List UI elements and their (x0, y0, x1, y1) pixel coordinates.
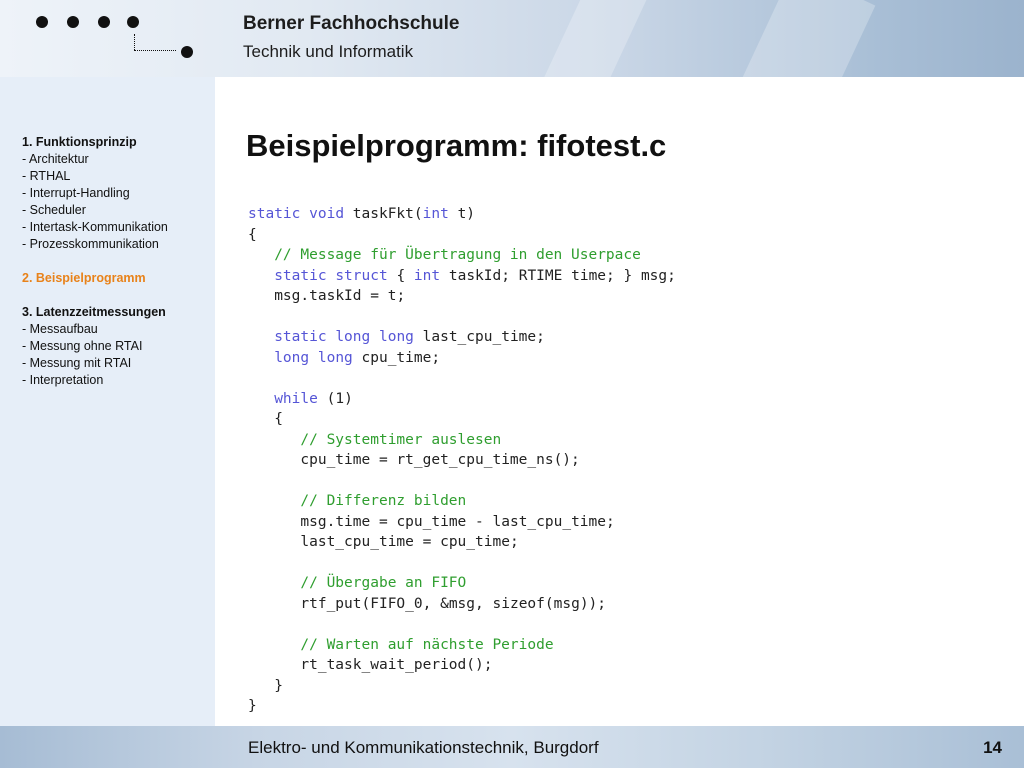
toc-item[interactable]: - Messaufbau (22, 321, 168, 338)
code-line: msg.taskId = t; (274, 288, 406, 304)
code-line: { (248, 411, 283, 427)
footer-bar: Elektro- und Kommunikationstechnik, Burg… (0, 726, 1024, 768)
code-line: } (248, 677, 283, 694)
toc-item[interactable]: - Interpretation (22, 372, 168, 389)
toc-item[interactable]: - Scheduler (22, 202, 168, 219)
code-line: // Differenz bilden (300, 493, 467, 509)
toc-item[interactable]: - Messung mit RTAI (22, 355, 168, 372)
toc-section-3-items: - Messaufbau - Messung ohne RTAI - Messung… (22, 321, 168, 389)
logo-connector (134, 50, 176, 51)
code-line: while (1) (274, 390, 353, 407)
toc-section-2[interactable]: 2. Beispielprogramm (22, 270, 168, 287)
page-number: 14 (983, 738, 1002, 757)
logo-dot (67, 16, 79, 28)
toc-item[interactable]: - Intertask-Kommunikation (22, 219, 168, 236)
bfh-logo (30, 10, 200, 65)
code-line: } (248, 698, 257, 714)
code-line: long long cpu_time; (274, 349, 441, 366)
code-line: static long long last_cpu_time; (274, 329, 545, 345)
code-line: { (248, 226, 257, 243)
code-line: // Übergabe an FIFO (300, 575, 467, 591)
toc-section-1-items: - Architektur - RTHAL - Interrupt-Handling… (22, 151, 168, 253)
toc-section-1[interactable]: 1. Funktionsprinzip (22, 134, 168, 151)
slide-title: Beispielprogramm: fifotest.c (246, 128, 667, 163)
logo-connector (134, 34, 135, 50)
logo-dot (98, 16, 110, 28)
code-line: cpu_time = rt_get_cpu_time_ns(); (300, 452, 580, 468)
logo-dot (127, 16, 139, 28)
code-line: // Systemtimer auslesen (300, 431, 502, 448)
code-line: // Warten auf nächste Periode (300, 636, 554, 653)
banner-decoration (734, 0, 876, 77)
toc-item[interactable]: - RTHAL (22, 168, 168, 185)
code-line: // Message für Übertragung in den Userpa… (274, 247, 641, 263)
footer-text: Elektro- und Kommunikationstechnik, Burg… (248, 738, 599, 757)
code-line: rtf_put(FIFO_0, &msg, sizeof(msg)); (300, 595, 607, 612)
banner-decoration (533, 0, 647, 77)
toc-item[interactable]: - Prozesskommunikation (22, 236, 168, 253)
code-line: rt_task_wait_period(); (300, 657, 493, 673)
code-line: msg.time = cpu_time - last_cpu_time; (300, 513, 615, 530)
header-banner: Berner Fachhochschule Technik und Inform… (0, 0, 1024, 77)
toc-item[interactable]: - Messung ohne RTAI (22, 338, 168, 355)
toc-item[interactable]: - Interrupt-Handling (22, 185, 168, 202)
table-of-contents: 1. Funktionsprinzip - Architektur - RTHAL… (22, 134, 168, 389)
logo-dot (36, 16, 48, 28)
toc-item[interactable]: - Architektur (22, 151, 168, 168)
code-line: last_cpu_time = cpu_time; (300, 534, 519, 550)
sidebar: 1. Funktionsprinzip - Architektur - RTHAL… (0, 77, 215, 726)
toc-section-3[interactable]: 3. Latenzzeitmessungen (22, 304, 168, 321)
code-line: static void taskFkt(int t) (248, 206, 476, 222)
school-name: Berner Fachhochschule (243, 13, 460, 34)
department-name: Technik und Informatik (243, 42, 414, 61)
code-line: static struct { int taskId; RTIME time; … (274, 267, 676, 284)
code-block: static void taskFkt(int t) { // Message … (248, 204, 676, 717)
logo-dot (181, 46, 193, 58)
